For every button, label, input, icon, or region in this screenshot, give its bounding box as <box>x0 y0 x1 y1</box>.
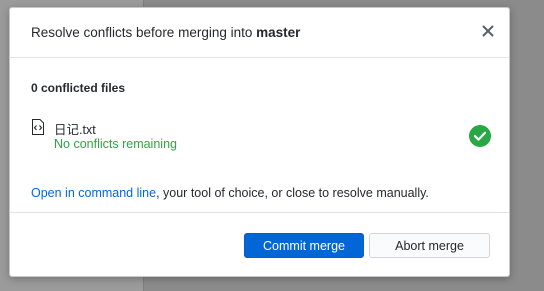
dialog-title: Resolve conflicts before merging into ma… <box>31 25 300 40</box>
close-icon <box>482 25 494 37</box>
dialog-title-prefix: Resolve conflicts before merging into <box>31 25 257 40</box>
conflicted-file-row: 日记.txt No conflicts remaining <box>31 119 491 155</box>
conflicted-files-count: 0 conflicted files <box>31 81 126 95</box>
commit-merge-button[interactable]: Commit merge <box>244 233 364 258</box>
dialog-footer: Commit merge Abort merge <box>10 212 509 278</box>
check-circle-icon <box>469 125 491 147</box>
dialog-header: Resolve conflicts before merging into ma… <box>10 8 509 58</box>
close-button[interactable] <box>479 22 497 40</box>
resolve-info-rest: , your tool of choice, or close to resol… <box>156 186 429 200</box>
file-code-icon <box>32 119 44 135</box>
file-status: No conflicts remaining <box>54 137 177 151</box>
resolve-info-text: Open in command line, your tool of choic… <box>31 186 429 200</box>
abort-merge-button[interactable]: Abort merge <box>369 233 490 258</box>
branch-name: master <box>256 25 301 40</box>
file-name: 日记.txt <box>54 123 96 137</box>
open-command-line-link[interactable]: Open in command line <box>31 186 156 200</box>
merge-conflicts-dialog: Resolve conflicts before merging into ma… <box>9 7 510 277</box>
